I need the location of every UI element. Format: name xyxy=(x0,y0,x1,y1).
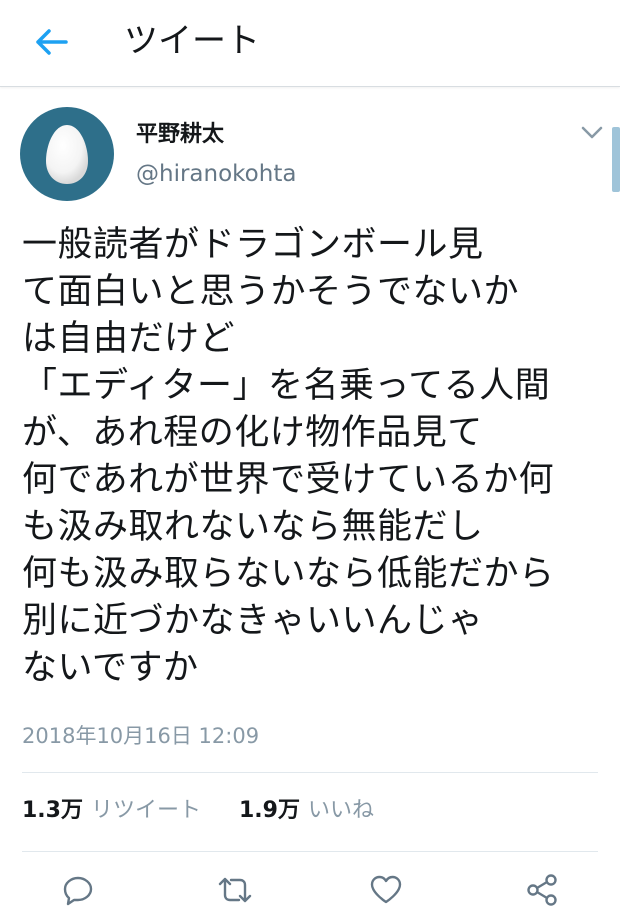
reply-button[interactable] xyxy=(58,870,98,910)
avatar[interactable] xyxy=(20,107,114,201)
back-button[interactable] xyxy=(30,22,74,62)
divider xyxy=(22,851,598,852)
share-icon xyxy=(527,874,557,906)
chevron-down-icon xyxy=(581,126,603,139)
author-handle[interactable]: @hiranokohta xyxy=(136,159,296,189)
reply-icon xyxy=(63,876,93,906)
tweet-text-line: て面白いと思うかそうでないか xyxy=(22,272,520,312)
retweets-count: 1.3万 xyxy=(22,798,83,823)
tweet-text-line: 一般読者がドラゴンボール見 xyxy=(22,225,484,265)
scrollbar-thumb[interactable] xyxy=(612,127,620,192)
tweet-text: 一般読者がドラゴンボール見 て面白いと思うかそうでないか は自由だけど 「エディ… xyxy=(22,222,612,692)
tweet-menu-button[interactable] xyxy=(578,122,606,144)
heart-icon xyxy=(370,875,402,904)
retweets-label: リツイート xyxy=(90,798,201,823)
divider xyxy=(22,772,598,773)
likes-label: いいね xyxy=(307,798,374,823)
like-button[interactable] xyxy=(366,870,406,910)
retweet-button[interactable] xyxy=(215,870,255,910)
egg-avatar-icon xyxy=(46,125,88,184)
tweet-text-line: が、あれ程の化け物作品見て xyxy=(22,413,483,453)
likes-stat[interactable]: 1.9万 いいね xyxy=(239,798,374,823)
tweet-stats: 1.3万 リツイート 1.9万 いいね xyxy=(22,796,374,826)
page-title: ツイート xyxy=(124,21,260,61)
tweet-text-line: 何も汲み取らないなら低能だから xyxy=(22,554,555,594)
tweet-text-line: も汲み取れないなら無能だし xyxy=(22,507,484,547)
retweets-stat[interactable]: 1.3万 リツイート xyxy=(22,798,208,823)
tweet-text-line: ないですか xyxy=(22,648,199,688)
arrow-left-icon xyxy=(36,29,68,55)
share-button[interactable] xyxy=(522,870,562,910)
app-header: ツイート xyxy=(0,0,620,87)
tweet-text-line: 別に近づかなきゃいいんじゃ xyxy=(22,601,484,641)
tweet-timestamp: 2018年10月16日 12:09 xyxy=(22,724,260,748)
tweet-text-line: は自由だけど xyxy=(22,319,236,359)
retweet-icon xyxy=(218,877,252,903)
tweet-text-line: 「エディター」を名乗ってる人間 xyxy=(22,366,551,406)
tweet-text-line: 何であれが世界で受けているか何 xyxy=(22,460,555,500)
author-display-name[interactable]: 平野耕太 xyxy=(136,121,224,149)
likes-count: 1.9万 xyxy=(239,798,300,823)
